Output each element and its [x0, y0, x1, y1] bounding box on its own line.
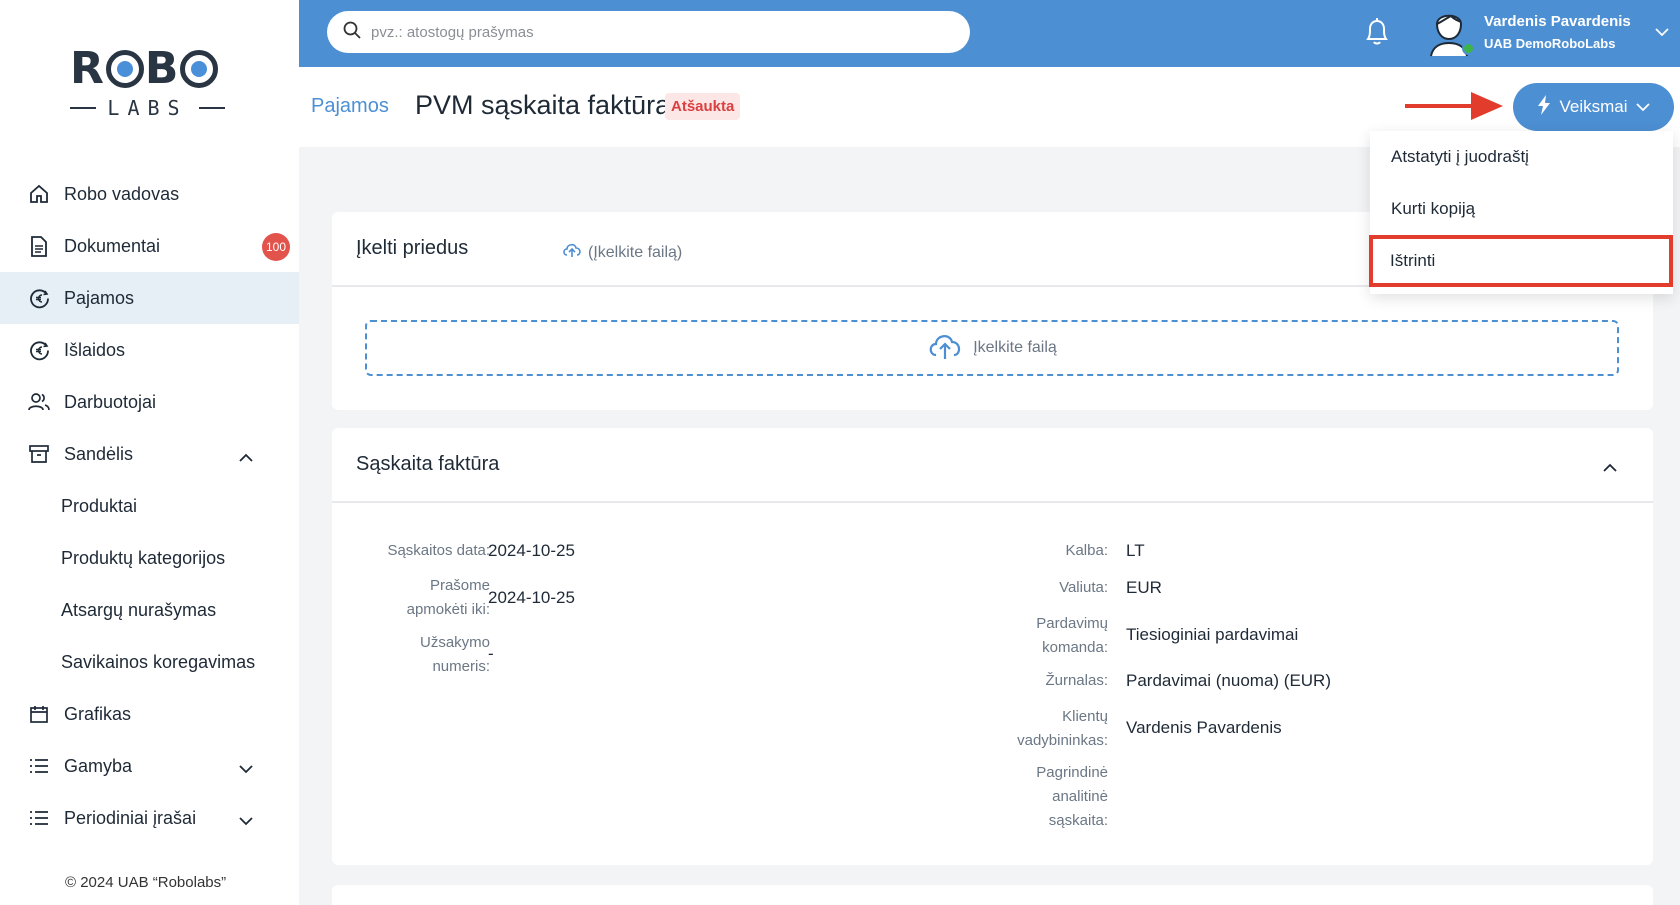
attachments-title: Įkelti priedus — [356, 237, 469, 259]
field-label-order-number: Užsakymo numeris: — [419, 634, 490, 675]
euro-circle-icon — [28, 287, 50, 309]
breadcrumb[interactable]: Pajamos — [311, 95, 389, 118]
field-value-pay-until: 2024-10-25 — [488, 588, 575, 607]
actions-dropdown-menu: Atstatyti į juodraštį Kurti kopiją Ištri… — [1369, 131, 1673, 294]
field-label-journal: Žurnalas: — [1045, 672, 1108, 689]
sidebar-item-label: Robo vadovas — [64, 183, 180, 204]
users-icon — [28, 391, 50, 413]
sidebar-item-label: Išlaidos — [64, 339, 126, 360]
sidebar-item-label: Sandėlis — [64, 443, 134, 464]
sidebar-item-produktu-kategorijos[interactable]: Produktų kategorijos — [0, 532, 299, 584]
field-value-order-number: - — [488, 644, 494, 663]
field-value-journal: Pardavimai (nuoma) (EUR) — [1126, 671, 1331, 690]
field-label-sales-team: Pardavimų komanda: — [1036, 615, 1108, 656]
robolabs-logo[interactable]: RB LABS — [70, 44, 225, 124]
field-value-client-manager: Vardenis Pavardenis — [1126, 718, 1282, 737]
field-value-language: LT — [1126, 541, 1145, 560]
search-icon — [343, 21, 361, 44]
sidebar-item-produktai[interactable]: Produktai — [0, 480, 299, 532]
sidebar-item-dokumentai[interactable]: Dokumentai 100 — [0, 220, 299, 272]
user-company: UAB DemoRoboLabs — [1484, 36, 1616, 51]
file-dropzone[interactable]: Įkelkite failą — [365, 320, 1619, 376]
euro-circle-icon — [28, 339, 50, 361]
sidebar-item-atsargu-nurasymas[interactable]: Atsargų nurašymas — [0, 584, 299, 636]
field-value-sales-team: Tiesioginiai pardavimai — [1126, 625, 1299, 644]
copyright-text: © 2024 UAB “Robolabs” — [65, 874, 227, 891]
field-label-invoice-date: Sąskaitos data: — [387, 542, 490, 559]
calendar-icon — [28, 703, 50, 725]
field-label-client-manager: Klientų vadybininkas: — [1017, 708, 1108, 749]
sidebar-item-grafikas[interactable]: Grafikas — [0, 688, 299, 740]
sidebar-item-islaidos[interactable]: Išlaidos — [0, 324, 299, 376]
menu-item-delete[interactable]: Ištrinti — [1369, 235, 1673, 287]
chevron-down-icon — [1635, 97, 1650, 117]
sidebar-item-sandelis[interactable]: Sandėlis — [0, 428, 299, 480]
sidebar-item-label: Grafikas — [64, 703, 132, 724]
sidebar-item-label: Pajamos — [64, 287, 135, 308]
sidebar-item-label: Periodiniai įrašai — [64, 807, 197, 828]
chevron-up-icon[interactable] — [1603, 459, 1617, 477]
chevron-up-icon[interactable] — [239, 446, 253, 467]
field-label-currency: Valiuta: — [1059, 579, 1108, 596]
sidebar-item-darbuotojai[interactable]: Darbuotojai — [0, 376, 299, 428]
sidebar: RB LABS Robo vadovas Dokumentai 100 Paja… — [0, 0, 299, 905]
next-section-card — [332, 885, 1653, 905]
search-box[interactable] — [327, 11, 970, 53]
chevron-down-icon[interactable] — [239, 758, 253, 779]
field-value-currency: EUR — [1126, 578, 1162, 597]
annotation-arrow-icon — [1405, 89, 1505, 128]
notification-bell-icon[interactable] — [1364, 17, 1390, 52]
chevron-down-icon[interactable] — [1655, 24, 1669, 42]
sidebar-item-gamyba[interactable]: Gamyba — [0, 740, 299, 792]
invoice-card-header: Sąskaita faktūra — [332, 428, 1653, 503]
upload-file-link[interactable]: (Įkelkite failą) — [562, 242, 682, 263]
menu-item-create-copy[interactable]: Kurti kopiją — [1370, 183, 1673, 235]
status-badge: Atšaukta — [665, 93, 741, 120]
avatar[interactable] — [1429, 8, 1477, 58]
sidebar-item-label: Gamyba — [64, 755, 133, 776]
actions-button[interactable]: Veiksmai — [1513, 83, 1674, 131]
field-label-language: Kalba: — [1065, 542, 1108, 559]
field-value-invoice-date: 2024-10-25 — [488, 541, 575, 560]
upload-file-link-label: (Įkelkite failą) — [588, 243, 683, 261]
cloud-upload-icon — [562, 242, 582, 263]
user-name[interactable]: Vardenis Pavardenis — [1484, 13, 1631, 30]
invoice-card-title: Sąskaita faktūra — [356, 453, 500, 475]
chevron-down-icon[interactable] — [239, 810, 253, 831]
sidebar-item-robo-vadovas[interactable]: Robo vadovas — [0, 168, 299, 220]
sidebar-item-pajamos[interactable]: Pajamos — [0, 272, 299, 324]
list-icon — [28, 755, 50, 777]
top-bar: Vardenis Pavardenis UAB DemoRoboLabs — [299, 0, 1680, 67]
sidebar-item-label: Darbuotojai — [64, 391, 157, 412]
home-icon — [28, 183, 50, 205]
sidebar-item-label: Atsargų nurašymas — [61, 599, 217, 620]
lightning-icon — [1537, 94, 1551, 120]
sidebar-item-label: Dokumentai — [64, 235, 161, 256]
cloud-upload-icon — [927, 332, 963, 365]
sidebar-nav: Robo vadovas Dokumentai 100 Pajamos Išla… — [0, 168, 299, 844]
invoice-details-card: Sąskaita faktūra Sąskaitos data: 2024-10… — [332, 428, 1653, 865]
documents-count-badge: 100 — [262, 233, 290, 261]
page-title: PVM sąskaita faktūra — [415, 90, 671, 120]
sidebar-item-label: Savikainos koregavimas — [61, 651, 256, 672]
list-icon — [28, 807, 50, 829]
sidebar-item-label: Produktų kategorijos — [61, 547, 226, 568]
field-label-pay-until: Prašome apmokėti iki: — [406, 577, 490, 618]
menu-item-restore-draft[interactable]: Atstatyti į juodraštį — [1370, 131, 1673, 183]
dropzone-label: Įkelkite failą — [973, 339, 1057, 356]
sidebar-item-savikainos-koregavimas[interactable]: Savikainos koregavimas — [0, 636, 299, 688]
sidebar-item-label: Produktai — [61, 495, 138, 516]
archive-icon — [28, 443, 50, 465]
actions-button-label: Veiksmai — [1559, 97, 1628, 116]
search-input[interactable] — [371, 23, 931, 41]
field-label-analytic-account: Pagrindinė analitinė sąskaita: — [1036, 764, 1108, 829]
document-icon — [28, 235, 50, 257]
sidebar-item-periodiniai-irasai[interactable]: Periodiniai įrašai — [0, 792, 299, 844]
online-status-indicator — [1462, 42, 1475, 55]
